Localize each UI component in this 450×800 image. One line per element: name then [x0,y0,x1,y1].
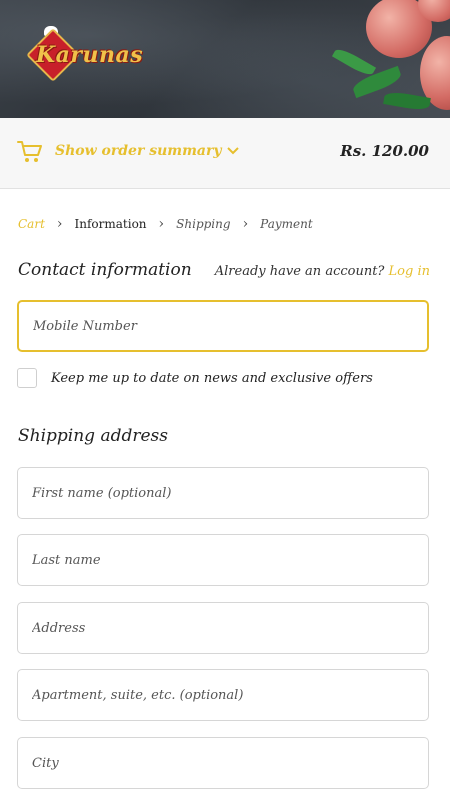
contact-information-heading: Contact information [18,260,192,280]
breadcrumb: Cart › Information › Shipping › Payment [18,216,313,232]
brand-logo[interactable]: Karunas [26,26,143,84]
login-link[interactable]: Log in [389,264,430,279]
first-name-input[interactable] [17,467,429,519]
breadcrumb-shipping: Shipping [176,217,231,231]
chevron-right-icon: › [158,216,165,232]
shipping-address-heading: Shipping address [18,426,169,446]
account-prompt-text: Already have an account? [214,264,385,279]
address-input[interactable] [17,602,429,654]
brand-name: Karunas [36,42,144,68]
account-login-prompt: Already have an account? Log in [215,264,430,279]
chevron-right-icon: › [242,216,249,232]
show-order-summary-toggle[interactable]: Show order summary [55,143,240,159]
breadcrumb-information: Information [74,217,147,231]
cart-icon [17,141,42,162]
newsletter-checkbox[interactable] [17,368,37,388]
newsletter-row: Keep me up to date on news and exclusive… [17,368,373,388]
breadcrumb-payment: Payment [260,217,313,231]
header-banner: Karunas [0,0,450,118]
breadcrumb-cart[interactable]: Cart [18,217,45,231]
summary-toggle-label: Show order summary [55,143,222,159]
last-name-input[interactable] [17,534,429,586]
chevron-down-icon [227,147,240,155]
herb-leaf-image [331,45,377,79]
newsletter-label: Keep me up to date on news and exclusive… [51,370,373,386]
order-total-price: Rs. 120.00 [340,142,429,160]
order-summary-bar[interactable]: Show order summary Rs. 120.00 [0,118,450,189]
mobile-number-input[interactable] [17,300,429,352]
city-input[interactable] [17,737,429,789]
chevron-right-icon: › [56,216,63,232]
apartment-input[interactable] [17,669,429,721]
